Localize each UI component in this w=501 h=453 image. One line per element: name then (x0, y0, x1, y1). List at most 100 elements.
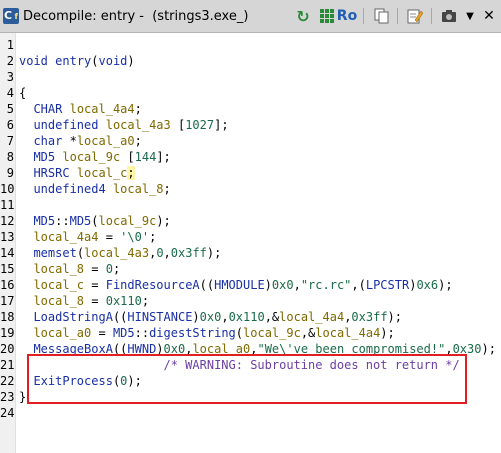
code-line[interactable]: 16 local_c = FindResourceA((HMODULE)0x0,… (0, 277, 453, 293)
code-text[interactable]: MD5::MD5(local_9c); (19, 213, 170, 229)
line-number: 4 (6, 86, 14, 100)
code-text[interactable]: CHAR local_4a4; (19, 101, 141, 117)
code-text[interactable]: MD5 local_9c [144]; (19, 149, 170, 165)
code-token: ( (91, 214, 99, 228)
code-token: memset (33, 246, 77, 260)
snapshot-button[interactable] (440, 6, 458, 26)
line-number: 6 (6, 118, 14, 132)
code-line[interactable]: 9 HRSRC local_c; (0, 165, 135, 181)
code-line[interactable]: 4{ (0, 85, 26, 101)
code-text[interactable]: { (19, 85, 26, 101)
code-token: local_4a4 (33, 230, 99, 244)
code-token: void (19, 54, 48, 68)
code-token: = (84, 278, 106, 292)
code-text[interactable]: undefined4 local_8; (19, 181, 170, 197)
code-line[interactable]: 3 (0, 69, 14, 85)
code-line[interactable]: 13 local_4a4 = '\0'; (0, 229, 156, 245)
code-text[interactable]: LoadStringA((HINSTANCE)0x0,0x110,&local_… (19, 309, 402, 325)
code-text[interactable]: local_4a4 = '\0'; (19, 229, 156, 245)
code-text[interactable]: local_8 = 0; (19, 261, 120, 277)
code-line[interactable]: 12 MD5::MD5(local_9c); (0, 213, 171, 229)
code-line[interactable]: 6 undefined local_4a3 [1027]; (0, 117, 229, 133)
code-token: 0x30 (452, 342, 482, 356)
code-token: local_a0 (192, 342, 251, 356)
code-line[interactable]: 8 MD5 local_9c [144]; (0, 149, 171, 165)
code-token: ,& (300, 326, 316, 340)
code-token: :: (134, 326, 150, 340)
code-token: (( (112, 342, 128, 356)
code-text[interactable]: local_a0 = MD5::digestString(local_9c,&l… (19, 325, 394, 341)
code-text[interactable]: ExitProcess(0); (19, 373, 142, 389)
line-number: 14 (0, 246, 15, 260)
code-line[interactable]: 14 memset(local_4a3,0,0x3ff); (0, 245, 221, 261)
code-line[interactable]: 5 CHAR local_4a4; (0, 101, 142, 117)
edit-button[interactable] (406, 6, 424, 26)
line-number: 15 (0, 262, 15, 276)
code-line[interactable]: 23} (0, 389, 26, 405)
read-only-toggle[interactable]: Ro (337, 6, 357, 26)
code-token: local_4a4 (315, 326, 381, 340)
code-token: ,& (264, 310, 280, 324)
code-token: ); (127, 374, 142, 388)
code-line[interactable]: 18 LoadStringA((HINSTANCE)0x0,0x110,&loc… (0, 309, 402, 325)
code-token: * (62, 134, 77, 148)
code-token: local_8 (112, 182, 164, 196)
code-token: 0x0 (163, 342, 186, 356)
code-line[interactable]: 22 ExitProcess(0); (0, 373, 142, 389)
code-line[interactable]: 17 local_8 = 0x110; (0, 293, 149, 309)
decompiled-code-listing[interactable]: 1 2 void entry(void) 3 4{5 CHAR local_4a4; 6 … (0, 33, 501, 453)
code-text[interactable]: char *local_a0; (19, 133, 141, 149)
grid-button[interactable] (318, 6, 336, 26)
line-number: 2 (6, 54, 14, 68)
code-text[interactable]: MessageBoxA((HWND)0x0,local_a0,"We\'ve b… (19, 341, 495, 357)
code-text[interactable]: local_c = FindResourceA((HMODULE)0x0,"rc… (19, 277, 452, 293)
code-line[interactable]: 10 undefined4 local_8; (0, 181, 171, 197)
close-button[interactable]: ✕ (481, 6, 497, 26)
code-token: ) (156, 342, 164, 356)
code-line[interactable]: 1 (0, 37, 14, 53)
code-line[interactable]: 19 local_a0 = MD5::digestString(local_9c… (0, 325, 395, 341)
code-text[interactable]: local_8 = 0x110; (19, 293, 149, 309)
code-line[interactable]: 7 char *local_a0; (0, 133, 142, 149)
code-line[interactable]: 15 local_8 = 0; (0, 261, 120, 277)
code-token: 0x6 (416, 278, 439, 292)
line-number: 9 (6, 166, 14, 180)
code-token: 0 (105, 262, 113, 276)
code-token: char (33, 134, 63, 148)
code-line[interactable]: 11 (0, 197, 14, 213)
code-text[interactable]: void entry(void) (19, 53, 135, 69)
code-token: HINSTANCE (127, 310, 193, 324)
code-token: ) (127, 54, 135, 68)
code-line[interactable]: 24 (0, 405, 14, 421)
code-text[interactable]: HRSRC local_c; (19, 165, 135, 181)
code-token: 1027 (185, 118, 215, 132)
line-number: 10 (0, 182, 15, 196)
code-text[interactable]: undefined local_4a3 [1027]; (19, 117, 228, 133)
code-token: [ (120, 150, 135, 164)
code-token: local_c (33, 278, 85, 292)
copy-button[interactable] (373, 6, 391, 26)
code-token: local_a0 (33, 326, 92, 340)
line-number: 20 (0, 342, 15, 356)
line-number: 24 (0, 406, 15, 420)
code-line[interactable]: 2 void entry(void) (0, 53, 135, 69)
code-text[interactable]: } (19, 389, 26, 405)
menu-button[interactable]: ▼ (463, 6, 477, 26)
code-token: MD5 (69, 214, 92, 228)
refresh-button[interactable]: ↻ (293, 6, 313, 26)
code-token: MessageBoxA (33, 342, 113, 356)
code-token: 144 (134, 150, 157, 164)
code-text[interactable]: memset(local_4a3,0,0x3ff); (19, 245, 221, 261)
code-text[interactable]: /* WARNING: Subroutine does not return *… (19, 357, 460, 373)
code-line[interactable]: 20 MessageBoxA((HWND)0x0,local_a0,"We\'v… (0, 341, 496, 357)
code-line[interactable]: 21 /* WARNING: Subroutine does not retur… (0, 357, 460, 373)
line-number: 23 (0, 390, 15, 404)
edit-icon (407, 9, 423, 24)
